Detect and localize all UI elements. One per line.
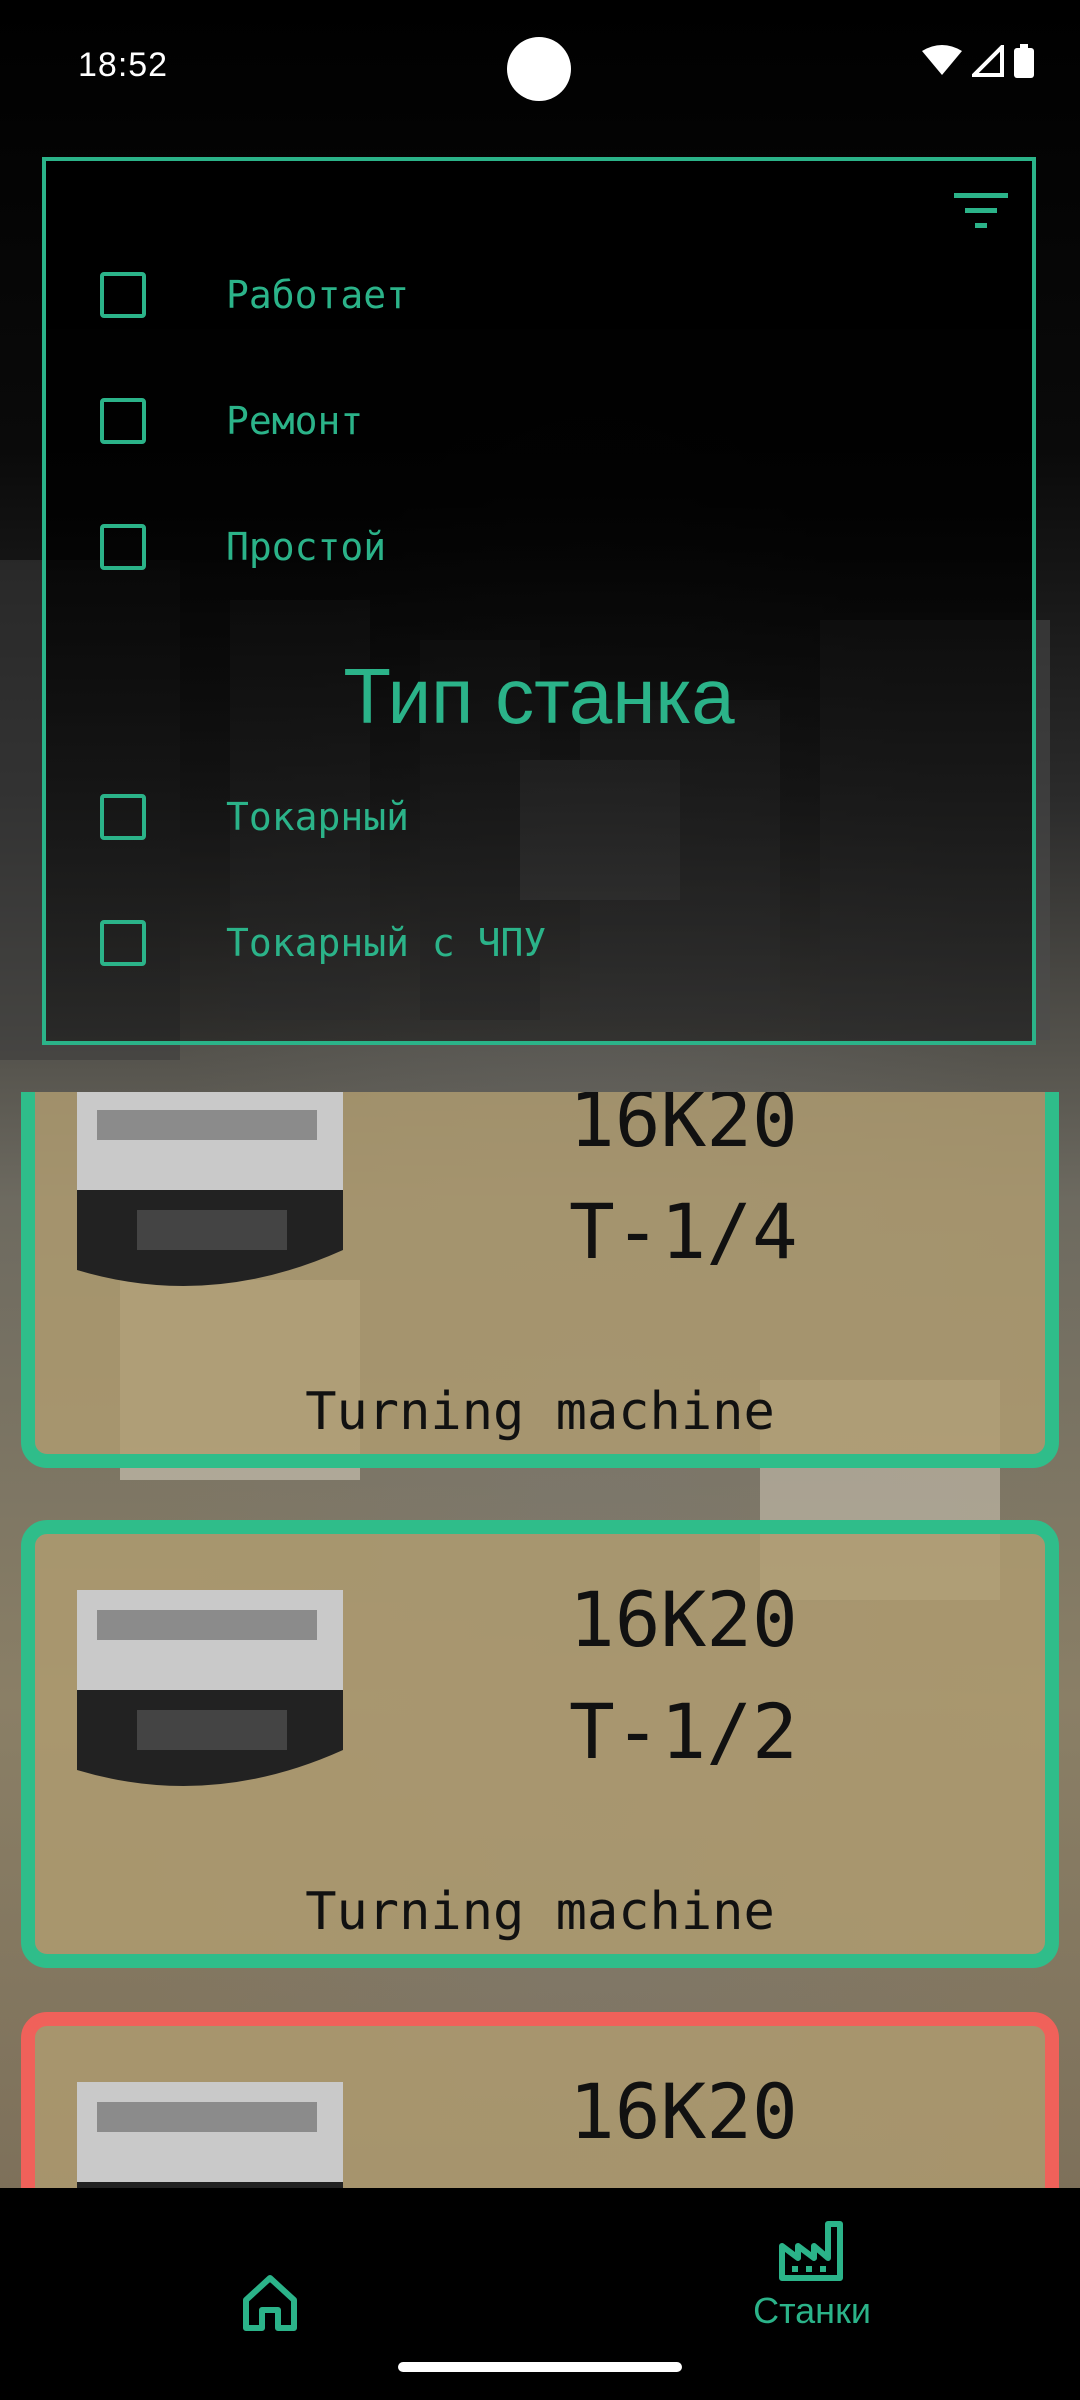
checkbox-label: Токарный с ЧПУ — [226, 921, 547, 965]
machine-model-name: 16K20 — [569, 1092, 798, 1164]
filter-status-repair[interactable]: Ремонт — [100, 391, 363, 451]
machine-code: T-1/4 — [569, 1187, 798, 1276]
wifi-icon — [922, 45, 962, 75]
filter-type-lathe[interactable]: Токарный — [100, 787, 409, 847]
checkbox[interactable] — [100, 272, 146, 318]
checkbox-label: Ремонт — [226, 399, 364, 443]
checkbox-label: Работает — [226, 273, 410, 317]
filter-type-cnc-lathe[interactable]: Токарный с ЧПУ — [100, 913, 546, 973]
filter-status-working[interactable]: Работает — [100, 265, 409, 325]
lathe-machine-image — [77, 1590, 343, 1786]
checkbox[interactable] — [100, 920, 146, 966]
checkbox[interactable] — [100, 398, 146, 444]
machine-description: Turning machine — [305, 1882, 775, 1942]
checkbox-label: Токарный — [226, 795, 410, 839]
machine-model-name: 16K20 — [569, 1575, 798, 1664]
camera-cutout — [507, 37, 571, 101]
home-icon[interactable] — [238, 2270, 302, 2334]
filter-status-idle[interactable]: Простой — [100, 517, 386, 577]
machine-model: 16K20 T-1/2 — [569, 1564, 798, 1788]
status-bar: 18:52 — [0, 0, 1080, 136]
machine-list[interactable]: 16K20 T-1/4 Turning machine 16K20 T-1/2 … — [0, 1092, 1080, 2188]
checkbox[interactable] — [100, 524, 146, 570]
checkbox-label: Простой — [226, 525, 387, 569]
status-icons — [922, 44, 1034, 78]
machine-model: 16K20 T-1/4 — [569, 1092, 798, 1288]
machine-card[interactable]: 16K20 T-1/3 — [21, 2012, 1059, 2188]
status-time: 18:52 — [78, 46, 169, 84]
machine-card[interactable]: 16K20 T-1/2 Turning machine — [21, 1520, 1059, 1968]
machine-model-name: 16K20 — [569, 2067, 798, 2156]
factory-icon — [779, 2221, 843, 2281]
machine-model: 16K20 T-1/3 — [569, 2056, 798, 2188]
battery-icon — [1014, 44, 1034, 78]
filter-panel: Работает Ремонт Простой Тип станка Токар… — [42, 157, 1036, 1045]
machine-description: Turning machine — [305, 1382, 775, 1442]
machine-card[interactable]: 16K20 T-1/4 Turning machine — [21, 1092, 1059, 1468]
machine-code: T-1/3 — [569, 2168, 798, 2188]
machine-code: T-1/2 — [569, 1687, 798, 1776]
lathe-machine-image — [77, 2082, 343, 2188]
lathe-machine-image — [77, 1092, 343, 1286]
gesture-navigation-bar[interactable] — [398, 2362, 682, 2372]
signal-icon — [972, 45, 1004, 77]
checkbox[interactable] — [100, 794, 146, 840]
filter-icon[interactable] — [954, 191, 1008, 231]
nav-machines-label: Станки — [753, 2290, 871, 2331]
nav-machines-tab[interactable]: Станки — [740, 2218, 884, 2338]
machine-type-title: Тип станка — [343, 652, 735, 740]
